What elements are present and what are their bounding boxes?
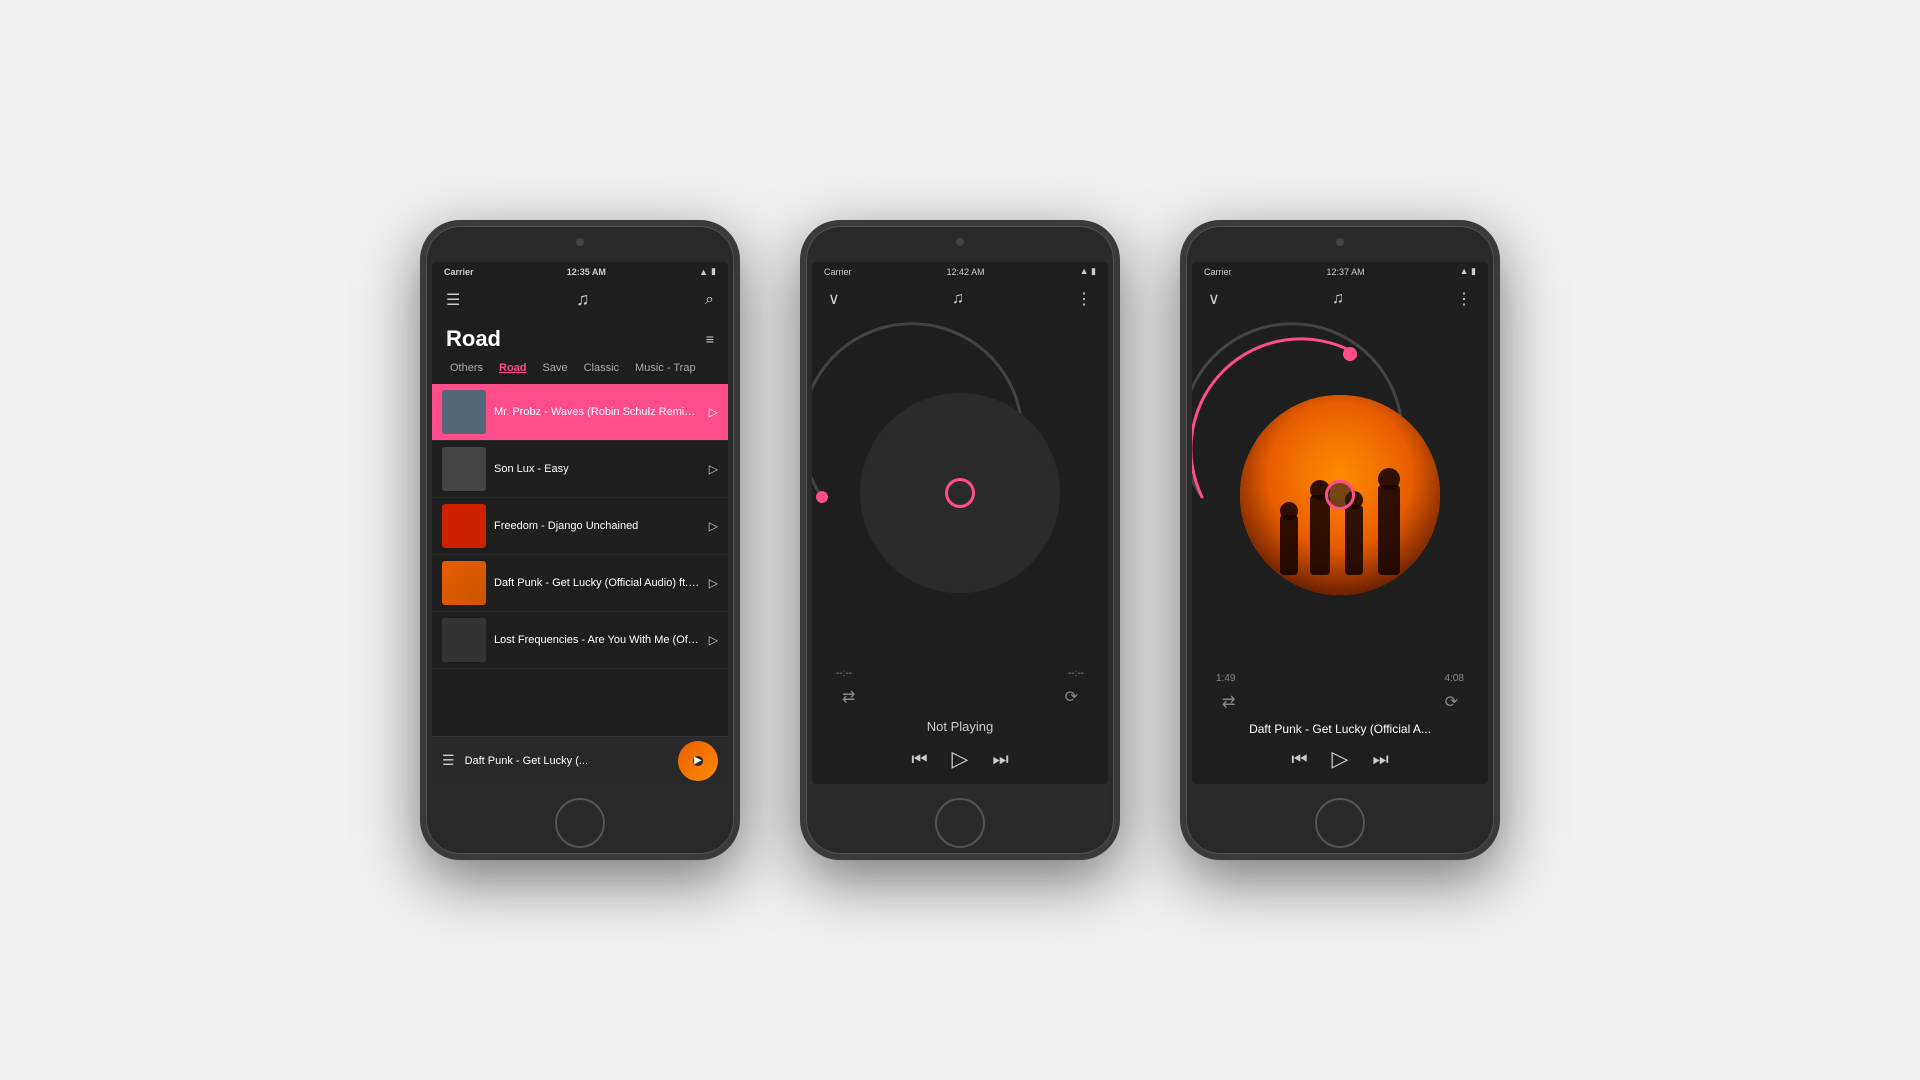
playlist-title-bar: Road ≡: [432, 318, 728, 358]
song-title-1: Mr. Probz - Waves (Robin Schulz Remix Ra…: [494, 405, 701, 419]
tab-road[interactable]: Road: [491, 358, 535, 378]
search-icon[interactable]: ⌕: [705, 291, 714, 309]
vinyl-area-3: [1192, 317, 1488, 673]
tab-classic[interactable]: Classic: [576, 358, 627, 378]
not-playing-label: Not Playing: [812, 715, 1108, 738]
play-btn-2[interactable]: ▷: [709, 462, 718, 476]
song-name-player-3: Daft Punk - Get Lucky (Official A...: [1192, 720, 1488, 738]
home-button-1[interactable]: [555, 798, 605, 848]
vinyl-center-dot-3: [1325, 480, 1355, 510]
play-pause-button-2[interactable]: ▷: [952, 746, 969, 772]
phone-2-screen: Carrier 12:42 AM ▲ ▮ ∨ ♫ ⋮ --:-- --:-: [812, 262, 1108, 784]
vinyl-center-ring-2: [945, 478, 975, 508]
song-thumb-2: [442, 447, 486, 491]
mini-player[interactable]: ☰ Daft Punk - Get Lucky (... ▶: [432, 736, 728, 784]
shuffle-icon-3[interactable]: ⇄: [1222, 692, 1235, 712]
song-item-4[interactable]: Daft Punk - Get Lucky (Official Audio) f…: [432, 555, 728, 612]
battery-icon: ▮: [711, 266, 716, 277]
repeat-icon-3[interactable]: ⟳: [1445, 692, 1458, 712]
play-btn-4[interactable]: ▷: [709, 576, 718, 590]
song-title-5: Lost Frequencies - Are You With Me (Offi…: [494, 633, 701, 647]
player-controls-3: ⏮ ▷ ⏭: [1192, 738, 1488, 784]
play-btn-5[interactable]: ▷: [709, 633, 718, 647]
song-thumb-3: [442, 504, 486, 548]
song-item-1[interactable]: Mr. Probz - Waves (Robin Schulz Remix Ra…: [432, 384, 728, 441]
shuffle-repeat-3: ⇄ ⟳: [1192, 684, 1488, 720]
tabs-bar: Others Road Save Classic Music - Trap: [432, 358, 728, 384]
phone-1: Carrier 12:35 AM ▲ ▮ ☰ ♫ ⌕ Road ≡ Others…: [420, 220, 740, 860]
song-info-2: Son Lux - Easy: [494, 462, 701, 476]
status-icons-2: ▲ ▮: [1080, 266, 1096, 277]
repeat-icon-2[interactable]: ⟳: [1065, 687, 1078, 707]
vinyl-disc-2: [860, 393, 1060, 593]
next-button-2[interactable]: ⏭: [992, 749, 1008, 770]
song-info-1: Mr. Probz - Waves (Robin Schulz Remix Ra…: [494, 405, 701, 419]
app-logo-icon: ♫: [576, 289, 590, 310]
tab-music-trap[interactable]: Music - Trap: [627, 358, 704, 378]
sort-icon[interactable]: ≡: [706, 331, 714, 347]
prev-button-2[interactable]: ⏮: [911, 749, 927, 770]
wifi-icon: ▲: [699, 267, 708, 277]
playlist-title: Road: [446, 326, 501, 352]
song-thumb-4: [442, 561, 486, 605]
menu-icon[interactable]: ☰: [446, 290, 460, 310]
status-bar-1: Carrier 12:35 AM ▲ ▮: [432, 262, 728, 281]
time-right-2: --:--: [1068, 668, 1084, 679]
time-right-3: 4:08: [1445, 673, 1464, 684]
phone-1-screen: Carrier 12:35 AM ▲ ▮ ☰ ♫ ⌕ Road ≡ Others…: [432, 262, 728, 784]
mini-player-thumb[interactable]: ▶: [678, 741, 718, 781]
time-left-3: 1:49: [1216, 673, 1235, 684]
album-art-circle-3: [1240, 395, 1440, 595]
carrier-3: Carrier: [1204, 267, 1232, 277]
shuffle-icon-2[interactable]: ⇄: [842, 687, 855, 707]
vinyl-area-2: [812, 317, 1108, 668]
tab-save[interactable]: Save: [535, 358, 576, 378]
song-thumb-5: [442, 618, 486, 662]
shuffle-repeat-2: ⇄ ⟳: [812, 679, 1108, 715]
prev-button-3[interactable]: ⏮: [1291, 749, 1307, 770]
song-list[interactable]: Mr. Probz - Waves (Robin Schulz Remix Ra…: [432, 384, 728, 736]
song-item-3[interactable]: Freedom - Django Unchained ▷: [432, 498, 728, 555]
song-item-5[interactable]: Lost Frequencies - Are You With Me (Offi…: [432, 612, 728, 669]
phone-3: Carrier 12:37 AM ▲ ▮ ∨ ♫ ⋮: [1180, 220, 1500, 860]
time-1: 12:35 AM: [567, 267, 606, 277]
phone-3-screen: Carrier 12:37 AM ▲ ▮ ∨ ♫ ⋮: [1192, 262, 1488, 784]
song-thumb-1: [442, 390, 486, 434]
song-title-4: Daft Punk - Get Lucky (Official Audio) f…: [494, 576, 701, 590]
app-header-1: ☰ ♫ ⌕: [432, 281, 728, 318]
status-icons-3: ▲ ▮: [1460, 266, 1476, 277]
song-item-2[interactable]: Son Lux - Easy ▷: [432, 441, 728, 498]
song-info-4: Daft Punk - Get Lucky (Official Audio) f…: [494, 576, 701, 590]
carrier-1: Carrier: [444, 267, 474, 277]
time-2: 12:42 AM: [947, 267, 985, 277]
time-labels-3: 1:49 4:08: [1192, 673, 1488, 684]
status-icons-1: ▲ ▮: [699, 266, 716, 277]
status-bar-3: Carrier 12:37 AM ▲ ▮: [1192, 262, 1488, 281]
phone-2: Carrier 12:42 AM ▲ ▮ ∨ ♫ ⋮ --:-- --:-: [800, 220, 1120, 860]
play-btn-3[interactable]: ▷: [709, 519, 718, 533]
song-title-2: Son Lux - Easy: [494, 462, 701, 476]
mini-play-icon[interactable]: ▶: [694, 755, 702, 766]
time-3: 12:37 AM: [1327, 267, 1365, 277]
song-title-3: Freedom - Django Unchained: [494, 519, 701, 533]
more-icon-3[interactable]: ⋮: [1456, 289, 1472, 309]
more-icon-2[interactable]: ⋮: [1076, 289, 1092, 309]
time-labels-2: --:-- --:--: [812, 668, 1108, 679]
song-info-5: Lost Frequencies - Are You With Me (Offi…: [494, 633, 701, 647]
tab-others[interactable]: Others: [442, 358, 491, 378]
home-button-2[interactable]: [935, 798, 985, 848]
play-btn-1[interactable]: ▷: [709, 405, 718, 419]
next-button-3[interactable]: ⏭: [1372, 749, 1388, 770]
mini-player-title: Daft Punk - Get Lucky (...: [465, 755, 668, 767]
player-controls-2: ⏮ ▷ ⏭: [812, 738, 1108, 784]
song-info-3: Freedom - Django Unchained: [494, 519, 701, 533]
status-bar-2: Carrier 12:42 AM ▲ ▮: [812, 262, 1108, 281]
time-left-2: --:--: [836, 668, 852, 679]
carrier-2: Carrier: [824, 267, 852, 277]
mini-menu-icon[interactable]: ☰: [442, 752, 455, 769]
home-button-3[interactable]: [1315, 798, 1365, 848]
play-pause-button-3[interactable]: ▷: [1332, 746, 1349, 772]
